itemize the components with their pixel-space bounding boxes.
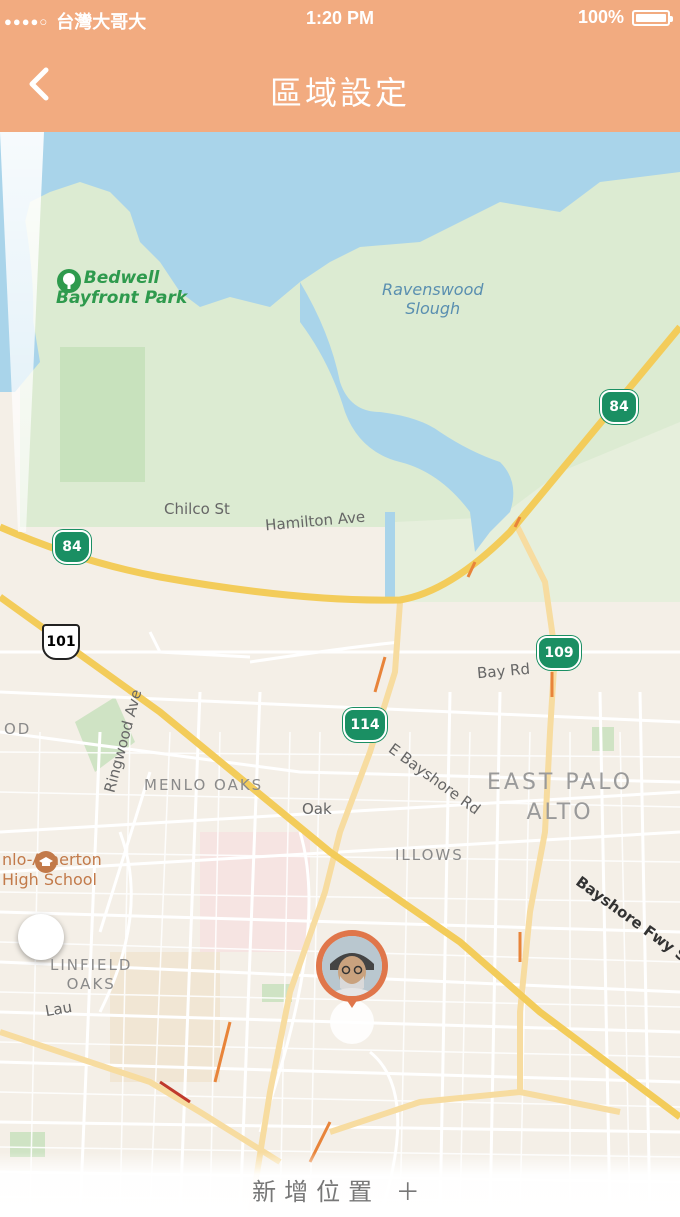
school-label: nlo-Atherton High School [2,850,102,890]
tree-icon [57,269,81,293]
highway-84-shield: 84 [600,390,638,424]
highway-109-shield: 109 [537,636,581,670]
water-label: Ravenswood Slough [382,280,484,318]
district-label-od: OD [4,720,32,738]
park-label: Bedwell Bayfront Park [56,268,188,308]
district-label-menlo-oaks: MENLO OAKS [144,776,264,794]
school-icon [35,851,57,873]
highway-84-shield: 84 [53,530,91,564]
highway-114-shield: 114 [343,708,387,742]
pin-tail [344,996,360,1008]
district-label-willows: ILLOWS [395,846,464,864]
battery-percent: 100% [577,7,624,27]
nav-bar: 區域設定 [0,36,680,132]
map-view[interactable]: 84 84 101 109 114 Bedwell Bayfront Park … [0,132,680,1217]
battery-group: 100% [577,7,673,28]
add-location-button[interactable]: 新增位置 ＋ [0,1172,680,1207]
street-label-oak: Oak [302,800,332,818]
highway-101-shield: 101 [42,624,80,660]
page-title: 區域設定 [269,74,410,112]
radius-slider-thumb[interactable] [18,914,64,960]
city-label: EAST PALO ALTO [487,770,634,825]
status-bar: ●●●●○ 台灣大哥大 1:20 PM 100% [0,0,680,36]
street-label-chilco: Chilco St [164,500,230,518]
battery-icon [632,9,673,26]
district-label-linfield: LINFIELD OAKS [50,956,133,993]
avatar [322,936,382,996]
user-location-pin[interactable] [314,930,390,1050]
radius-slider-track[interactable] [0,132,44,542]
